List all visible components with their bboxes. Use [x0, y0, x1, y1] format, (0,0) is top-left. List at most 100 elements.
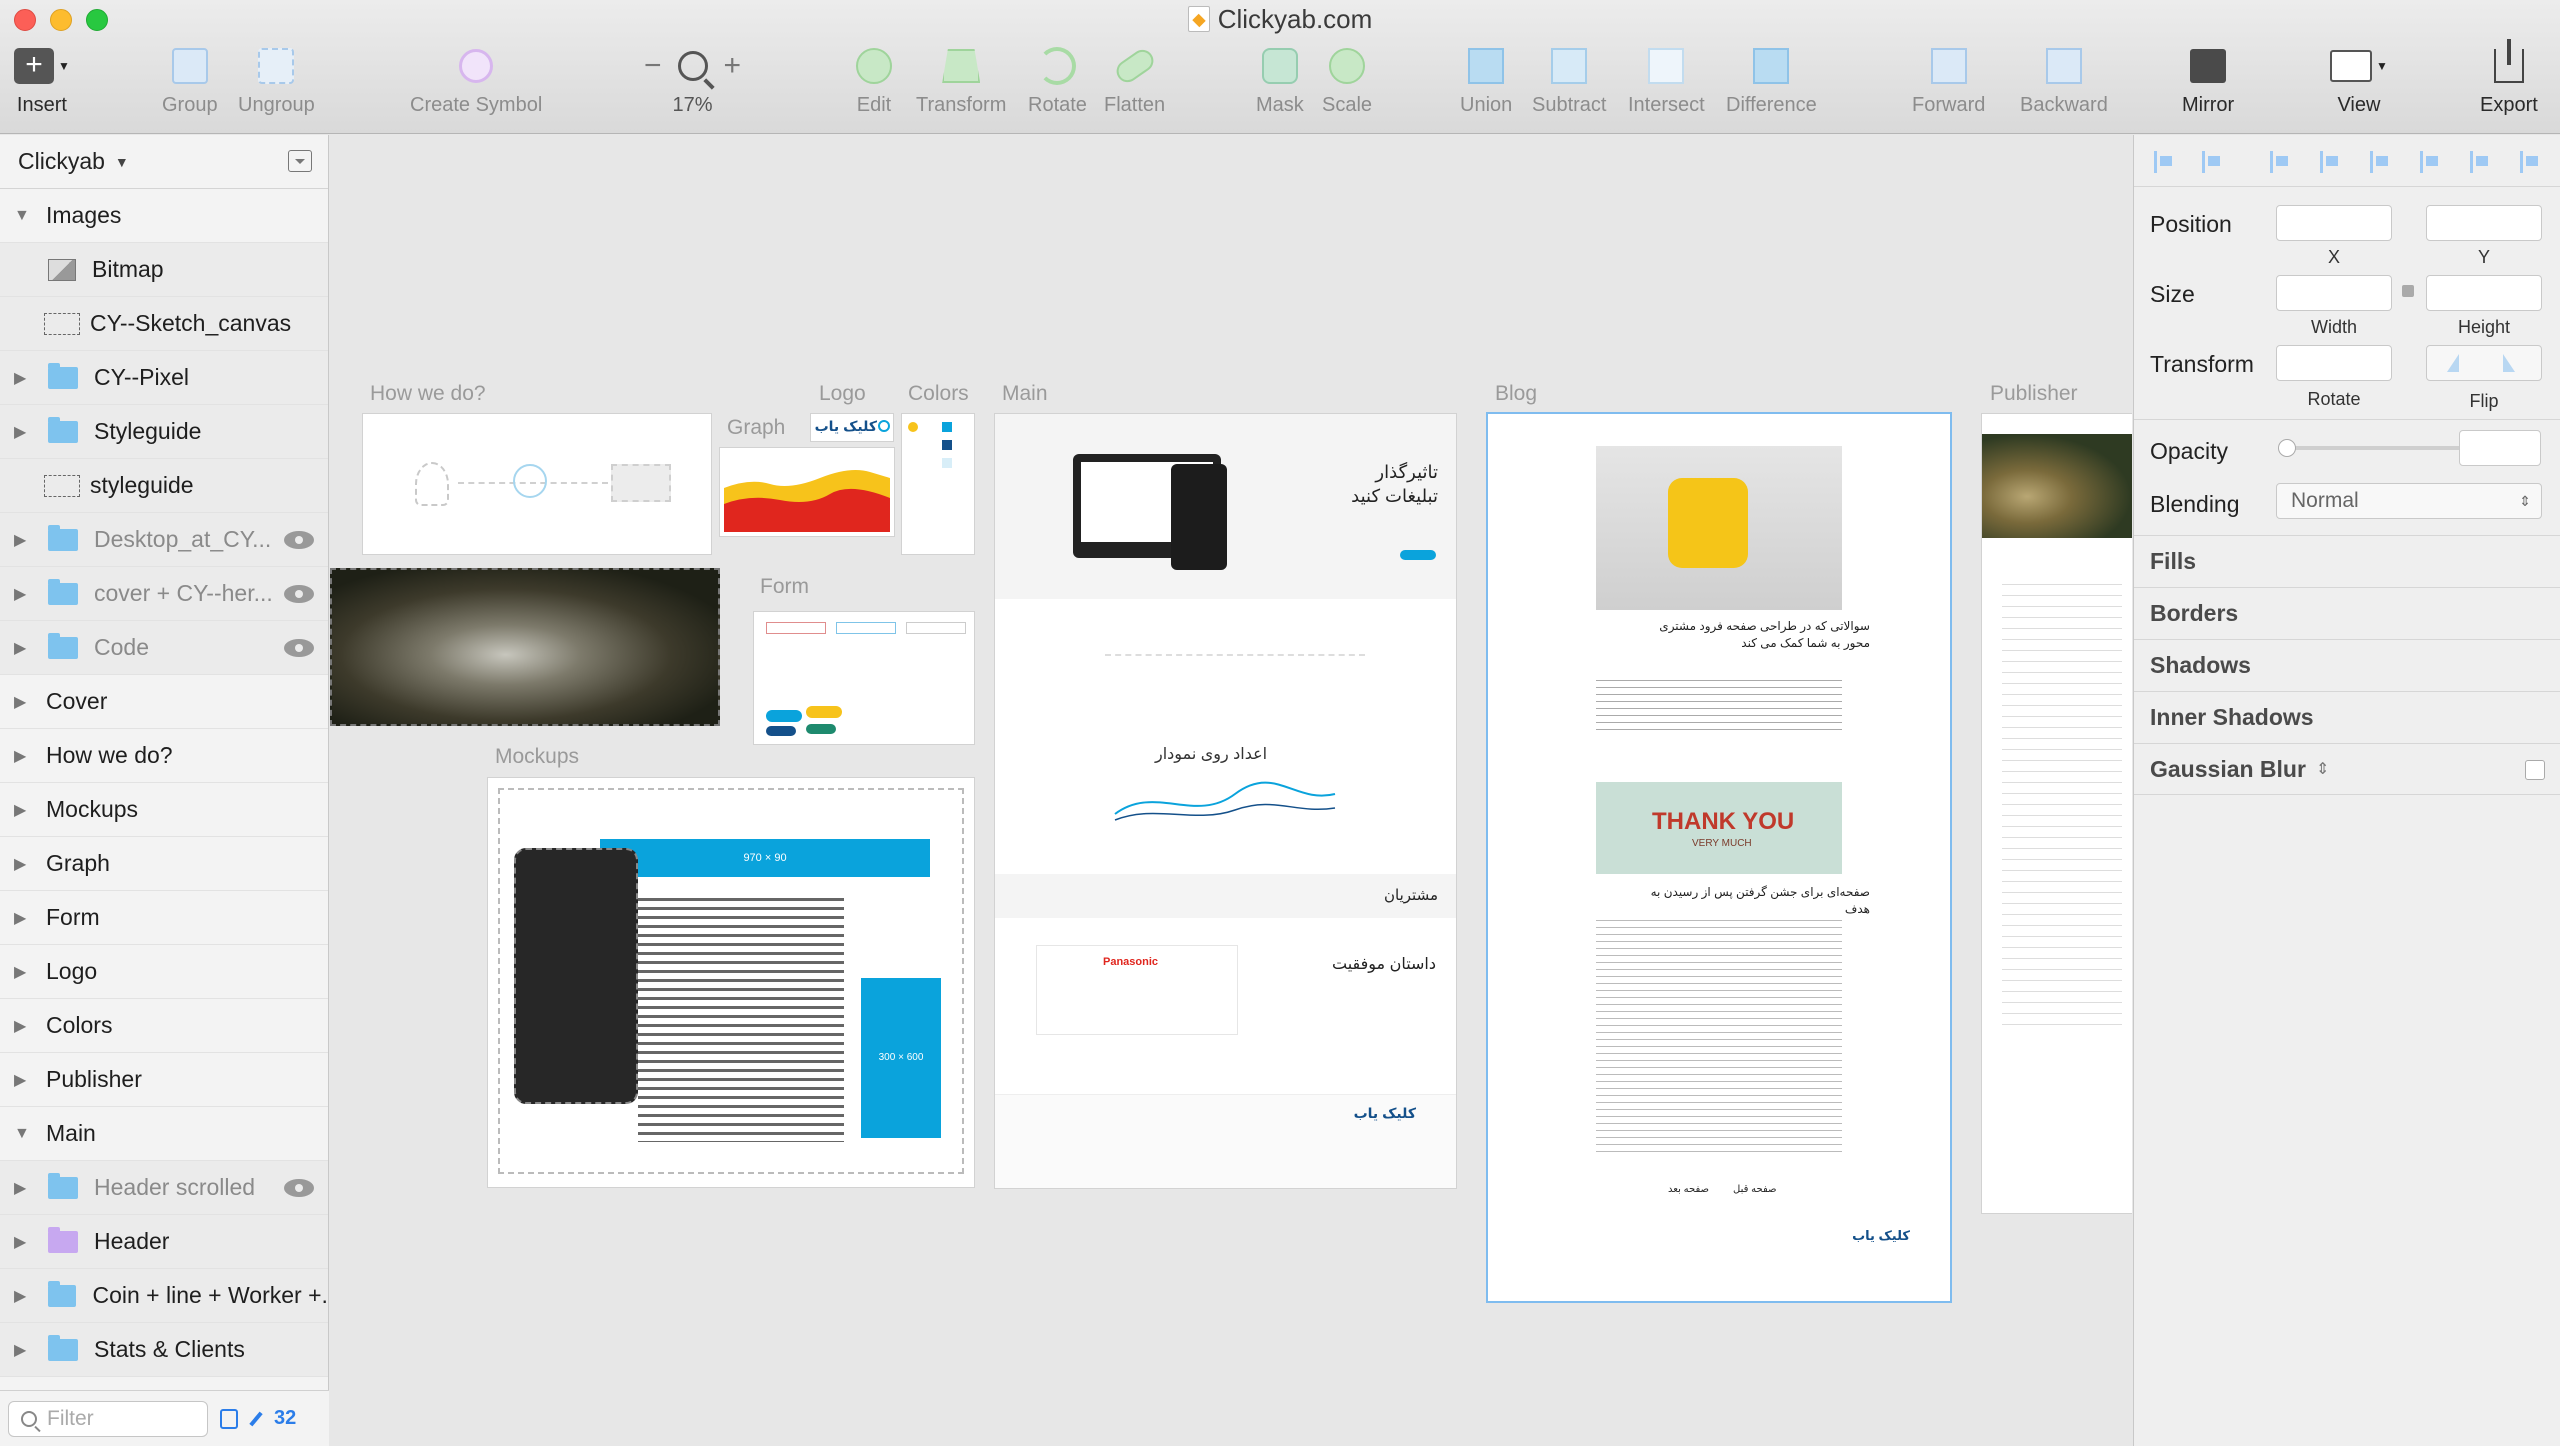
ungroup-button[interactable]: Ungroup — [238, 44, 315, 117]
align-bottom-icon[interactable] — [2520, 151, 2540, 173]
layer-cy-sketch-canvas[interactable]: CY--Sketch_canvas — [0, 297, 328, 351]
opacity-input[interactable] — [2459, 430, 2541, 466]
borders-section[interactable]: Borders — [2134, 587, 2560, 639]
zoom-in-button[interactable]: + — [724, 49, 742, 83]
layer-styleguide-slice[interactable]: styleguide — [0, 459, 328, 513]
artboard-mockups[interactable]: 970 × 90 300 × 600 — [488, 778, 974, 1187]
rotate-input[interactable] — [2276, 345, 2392, 381]
artboard-label-main[interactable]: Main — [1002, 382, 1048, 406]
align-middle-icon[interactable] — [2470, 151, 2490, 173]
layer-cover-cy-hero[interactable]: ▶ cover + CY--her... — [0, 567, 328, 621]
gaussian-blur-checkbox[interactable] — [2525, 760, 2545, 780]
flip-vertical-icon[interactable] — [2503, 354, 2515, 372]
symbols-filter-icon[interactable] — [220, 1408, 238, 1429]
disclosure-closed-icon[interactable]: ▶ — [14, 1016, 26, 1036]
artboard-blog[interactable]: سوالاتی که در طراحی صفحه فرود مشتری محور… — [1488, 414, 1950, 1301]
disclosure-closed-icon[interactable]: ▶ — [14, 800, 26, 820]
disclosure-closed-icon[interactable]: ▶ — [14, 1232, 26, 1252]
edit-button[interactable]: Edit — [856, 44, 892, 117]
flip-horizontal-icon[interactable] — [2447, 354, 2459, 372]
disclosure-closed-icon[interactable]: ▶ — [14, 1340, 26, 1360]
opacity-slider[interactable] — [2278, 439, 2470, 457]
artboard-how-we-do[interactable] — [363, 414, 711, 554]
layer-logo[interactable]: ▶ Logo — [0, 945, 328, 999]
artboard-label-logo[interactable]: Logo — [819, 382, 866, 406]
layer-cy-pixel[interactable]: ▶ CY--Pixel — [0, 351, 328, 405]
canvas[interactable]: How we do? Graph Logo کلیک یاب Colors Fo… — [330, 135, 2132, 1446]
group-button[interactable]: Group — [162, 44, 218, 117]
export-button[interactable]: Export — [2480, 39, 2538, 117]
align-left-icon[interactable] — [2270, 151, 2290, 173]
layer-stats-clients[interactable]: ▶ Stats & Clients — [0, 1323, 328, 1377]
layer-main[interactable]: ▼ Main — [0, 1107, 328, 1161]
width-input[interactable] — [2276, 275, 2392, 311]
transform-button[interactable]: Transform — [916, 44, 1006, 117]
disclosure-closed-icon[interactable]: ▶ — [14, 584, 26, 604]
flip-buttons[interactable] — [2426, 345, 2542, 381]
layer-styleguide-group[interactable]: ▶ Styleguide — [0, 405, 328, 459]
position-y-input[interactable] — [2426, 205, 2542, 241]
fills-section[interactable]: Fills — [2134, 535, 2560, 587]
align-top-icon[interactable] — [2420, 151, 2440, 173]
artboard-main[interactable]: تاثیرگذار تبلیغات کنید اعداد روی نمودار … — [995, 414, 1456, 1188]
distribute-vertical-icon[interactable] — [2202, 151, 2222, 173]
layer-cover[interactable]: ▶ Cover — [0, 675, 328, 729]
insert-button[interactable]: + ▼ Insert — [14, 44, 70, 117]
disclosure-closed-icon[interactable]: ▶ — [14, 638, 26, 658]
disclosure-closed-icon[interactable]: ▶ — [14, 692, 26, 712]
shadows-section[interactable]: Shadows — [2134, 639, 2560, 691]
disclosure-closed-icon[interactable]: ▶ — [14, 1178, 26, 1198]
difference-button[interactable]: Difference — [1726, 44, 1817, 117]
backward-button[interactable]: Backward — [2020, 44, 2108, 117]
disclosure-closed-icon[interactable]: ▶ — [14, 530, 26, 550]
artboard-label-graph[interactable]: Graph — [727, 416, 785, 440]
chevron-updown-icon[interactable]: ⇕ — [2316, 759, 2329, 779]
layer-desktop-at-cy[interactable]: ▶ Desktop_at_CY... — [0, 513, 328, 567]
artboard-label-mockups[interactable]: Mockups — [495, 745, 579, 769]
eye-icon[interactable] — [284, 1178, 314, 1197]
mirror-button[interactable]: Mirror — [2182, 44, 2234, 117]
lock-icon[interactable] — [2402, 285, 2414, 297]
filter-input[interactable]: Filter — [8, 1400, 208, 1437]
gaussian-blur-section[interactable]: Gaussian Blur ⇕ — [2134, 743, 2560, 795]
disclosure-closed-icon[interactable]: ▶ — [14, 746, 26, 766]
create-symbol-button[interactable]: Create Symbol — [410, 44, 542, 117]
subtract-button[interactable]: Subtract — [1532, 44, 1606, 117]
layer-header[interactable]: ▶ Header — [0, 1215, 328, 1269]
artboard-label-blog[interactable]: Blog — [1495, 382, 1537, 406]
artboard-logo[interactable]: کلیک یاب — [811, 414, 893, 441]
zoom-control[interactable]: − + 17% — [644, 44, 741, 117]
view-button[interactable]: ▼ View — [2330, 44, 2388, 117]
opacity-slider-knob[interactable] — [2278, 439, 2296, 457]
disclosure-closed-icon[interactable]: ▶ — [14, 962, 26, 982]
eye-icon[interactable] — [284, 584, 314, 603]
artboard-form[interactable] — [754, 612, 974, 744]
layer-images[interactable]: ▼ Images — [0, 189, 328, 243]
zoom-out-button[interactable]: − — [644, 49, 662, 83]
cover-image[interactable] — [330, 568, 720, 726]
layer-code[interactable]: ▶ Code — [0, 621, 328, 675]
distribute-horizontal-icon[interactable] — [2154, 151, 2174, 173]
artboard-colors[interactable] — [902, 414, 974, 554]
artboard-label-publisher[interactable]: Publisher — [1990, 382, 2078, 406]
disclosure-closed-icon[interactable]: ▶ — [14, 854, 26, 874]
collapse-pages-icon[interactable] — [288, 150, 312, 172]
layer-publisher[interactable]: ▶ Publisher — [0, 1053, 328, 1107]
align-right-icon[interactable] — [2370, 151, 2390, 173]
disclosure-open-icon[interactable]: ▼ — [14, 1125, 30, 1143]
disclosure-closed-icon[interactable]: ▶ — [14, 1070, 26, 1090]
height-input[interactable] — [2426, 275, 2542, 311]
blending-select[interactable]: Normal ⇕ — [2276, 483, 2542, 519]
eye-icon[interactable] — [284, 638, 314, 657]
mask-button[interactable]: Mask — [1256, 44, 1304, 117]
layer-graph[interactable]: ▶ Graph — [0, 837, 328, 891]
artboard-graph[interactable] — [720, 448, 894, 536]
inner-shadows-section[interactable]: Inner Shadows — [2134, 691, 2560, 743]
eye-icon[interactable] — [284, 530, 314, 549]
disclosure-closed-icon[interactable]: ▶ — [14, 1286, 26, 1306]
layer-coin-line-worker[interactable]: ▶ Coin + line + Worker +... — [0, 1269, 328, 1323]
position-x-input[interactable] — [2276, 205, 2392, 241]
intersect-button[interactable]: Intersect — [1628, 44, 1705, 117]
layer-mockups[interactable]: ▶ Mockups — [0, 783, 328, 837]
artboard-label-colors[interactable]: Colors — [908, 382, 969, 406]
